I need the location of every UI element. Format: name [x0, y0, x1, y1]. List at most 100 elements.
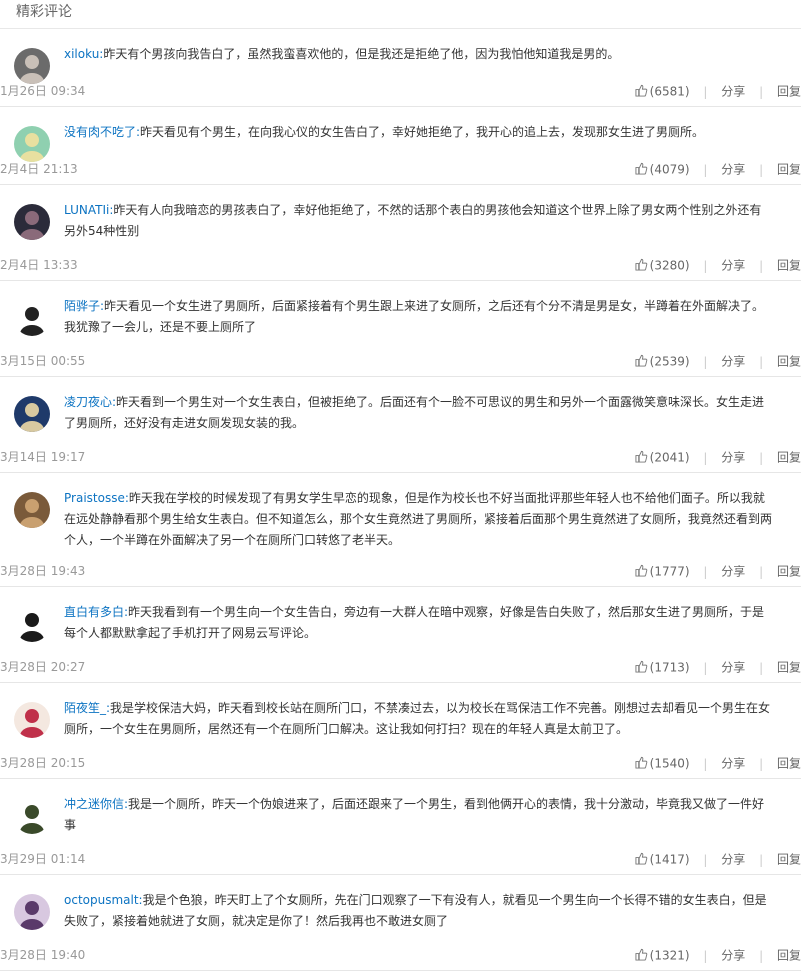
comment-actions: (2041) | 分享 | 回复 — [635, 447, 801, 468]
avatar[interactable] — [14, 606, 50, 642]
comment-text: 昨天有个男孩向我告白了，虽然我蛮喜欢他的，但是我还是拒绝了他，因为我怕他知道我是… — [103, 47, 620, 61]
comment-time: 3月15日 00:55 — [0, 354, 86, 368]
like-button[interactable]: (1540) — [635, 756, 690, 771]
like-button[interactable]: (1777) — [635, 564, 690, 579]
comment-text-block: 陌骅子:昨天看见一个女生进了男厕所，后面紧接着有个男生跟上来进了女厕所，之后还有… — [64, 296, 773, 338]
comment-username[interactable]: 陌夜笙_: — [64, 701, 110, 715]
comment-meta: 3月15日 00:55 (2539) | 分享 | 回复 — [0, 351, 801, 371]
divider: | — [703, 84, 708, 99]
like-button[interactable]: (1417) — [635, 852, 690, 867]
reply-button[interactable]: 回复 — [777, 853, 801, 867]
section-title: 精彩评论 — [0, 0, 801, 29]
like-button[interactable]: (6581) — [635, 84, 690, 99]
avatar[interactable] — [14, 48, 50, 84]
reply-button[interactable]: 回复 — [777, 451, 801, 465]
comment-username[interactable]: octopusmalt: — [64, 893, 143, 907]
comment-item: 没有肉不吃了:昨天看见有个男生，在向我心仪的女生告白了，幸好她拒绝了，我开心的追… — [0, 107, 801, 185]
share-button[interactable]: 分享 — [721, 853, 745, 867]
reply-button[interactable]: 回复 — [777, 85, 801, 99]
divider: | — [759, 948, 764, 963]
share-button[interactable]: 分享 — [721, 757, 745, 771]
comment-username[interactable]: xiloku: — [64, 47, 103, 61]
comment-item: LUNATIi:昨天有人向我暗恋的男孩表白了，幸好他拒绝了，不然的话那个表白的男… — [0, 185, 801, 281]
comment-body: LUNATIi:昨天有人向我暗恋的男孩表白了，幸好他拒绝了，不然的话那个表白的男… — [64, 200, 773, 242]
comment-actions: (1417) | 分享 | 回复 — [635, 849, 801, 870]
divider: | — [759, 852, 764, 867]
comment-meta: 2月4日 13:33 (3280) | 分享 | 回复 — [0, 255, 801, 275]
comment-item: 凌刀夜心:昨天看到一个男生对一个女生表白，但被拒绝了。后面还有个一脸不可思议的男… — [0, 377, 801, 473]
comment-username[interactable]: 凌刀夜心: — [64, 395, 116, 409]
avatar[interactable] — [14, 396, 50, 432]
like-count: (6581) — [649, 84, 690, 99]
comment-time: 3月28日 19:43 — [0, 564, 86, 578]
comment-text: 昨天我看到有一个男生向一个女生告白，旁边有一大群人在暗中观察，好像是告白失败了，… — [64, 605, 765, 640]
share-button[interactable]: 分享 — [721, 259, 745, 273]
avatar[interactable] — [14, 492, 50, 528]
avatar[interactable] — [14, 798, 50, 834]
reply-button[interactable]: 回复 — [777, 163, 801, 177]
share-button[interactable]: 分享 — [721, 451, 745, 465]
comment-body: xiloku:昨天有个男孩向我告白了，虽然我蛮喜欢他的，但是我还是拒绝了他，因为… — [64, 44, 773, 65]
comment-text-block: LUNATIi:昨天有人向我暗恋的男孩表白了，幸好他拒绝了，不然的话那个表白的男… — [64, 200, 773, 242]
reply-button[interactable]: 回复 — [777, 259, 801, 273]
comment-body: 陌骅子:昨天看见一个女生进了男厕所，后面紧接着有个男生跟上来进了女厕所，之后还有… — [64, 296, 773, 338]
like-count: (3280) — [649, 258, 690, 273]
comment-username[interactable]: LUNATIi: — [64, 203, 113, 217]
comment-meta: 3月28日 19:43 (1777) | 分享 | 回复 — [0, 561, 801, 581]
thumbs-up-icon — [635, 355, 647, 367]
avatar[interactable] — [14, 894, 50, 930]
comment-time: 3月29日 01:14 — [0, 852, 86, 866]
like-button[interactable]: (2041) — [635, 450, 690, 465]
like-button[interactable]: (4079) — [635, 162, 690, 177]
avatar-head — [25, 55, 39, 69]
comment-username[interactable]: 陌骅子: — [64, 299, 104, 313]
share-button[interactable]: 分享 — [721, 163, 745, 177]
share-button[interactable]: 分享 — [721, 661, 745, 675]
divider: | — [703, 450, 708, 465]
comment-body: 没有肉不吃了:昨天看见有个男生，在向我心仪的女生告白了，幸好她拒绝了，我开心的追… — [64, 122, 773, 143]
avatar[interactable] — [14, 702, 50, 738]
like-count: (1321) — [649, 948, 690, 963]
avatar[interactable] — [14, 300, 50, 336]
avatar[interactable] — [14, 204, 50, 240]
like-count: (1540) — [649, 756, 690, 771]
share-button[interactable]: 分享 — [721, 565, 745, 579]
divider: | — [703, 852, 708, 867]
share-button[interactable]: 分享 — [721, 85, 745, 99]
divider: | — [759, 354, 764, 369]
comment-actions: (1540) | 分享 | 回复 — [635, 753, 801, 774]
divider: | — [703, 564, 708, 579]
share-button[interactable]: 分享 — [721, 355, 745, 369]
reply-button[interactable]: 回复 — [777, 355, 801, 369]
comment-username[interactable]: 直白有多白: — [64, 605, 128, 619]
comment-username[interactable]: Praistosse: — [64, 491, 129, 505]
divider: | — [759, 660, 764, 675]
comment-time: 3月28日 20:27 — [0, 660, 86, 674]
comment-username[interactable]: 没有肉不吃了: — [64, 125, 140, 139]
avatar-head — [25, 805, 39, 819]
comment-body: octopusmalt:我是个色狼，昨天盯上了个女厕所，先在门口观察了一下有没有… — [64, 890, 773, 932]
reply-button[interactable]: 回复 — [777, 757, 801, 771]
comment-text-block: Praistosse:昨天我在学校的时候发现了有男女学生早恋的现象，但是作为校长… — [64, 488, 773, 551]
comment-text-block: 陌夜笙_:我是学校保洁大妈，昨天看到校长站在厕所门口，不禁凑过去，以为校长在骂保… — [64, 698, 773, 740]
avatar-head — [25, 211, 39, 225]
comment-item: Praistosse:昨天我在学校的时候发现了有男女学生早恋的现象，但是作为校长… — [0, 473, 801, 587]
like-button[interactable]: (1713) — [635, 660, 690, 675]
reply-button[interactable]: 回复 — [777, 949, 801, 963]
comment-text-block: 冲之迷你信:我是一个厕所，昨天一个伪娘进来了，后面还跟来了一个男生，看到他俩开心… — [64, 794, 773, 836]
reply-button[interactable]: 回复 — [777, 661, 801, 675]
comment-actions: (1321) | 分享 | 回复 — [635, 945, 801, 966]
reply-button[interactable]: 回复 — [777, 565, 801, 579]
thumbs-up-icon — [635, 259, 647, 271]
comment-username[interactable]: 冲之迷你信: — [64, 797, 128, 811]
like-button[interactable]: (2539) — [635, 354, 690, 369]
like-button[interactable]: (1321) — [635, 948, 690, 963]
share-button[interactable]: 分享 — [721, 949, 745, 963]
avatar[interactable] — [14, 126, 50, 162]
like-button[interactable]: (3280) — [635, 258, 690, 273]
comment-actions: (1777) | 分享 | 回复 — [635, 561, 801, 582]
comment-item: 陌夜笙_:我是学校保洁大妈，昨天看到校长站在厕所门口，不禁凑过去，以为校长在骂保… — [0, 683, 801, 779]
comment-actions: (6581) | 分享 | 回复 — [635, 81, 801, 102]
thumbs-up-icon — [635, 451, 647, 463]
comment-text-block: 凌刀夜心:昨天看到一个男生对一个女生表白，但被拒绝了。后面还有个一脸不可思议的男… — [64, 392, 773, 434]
